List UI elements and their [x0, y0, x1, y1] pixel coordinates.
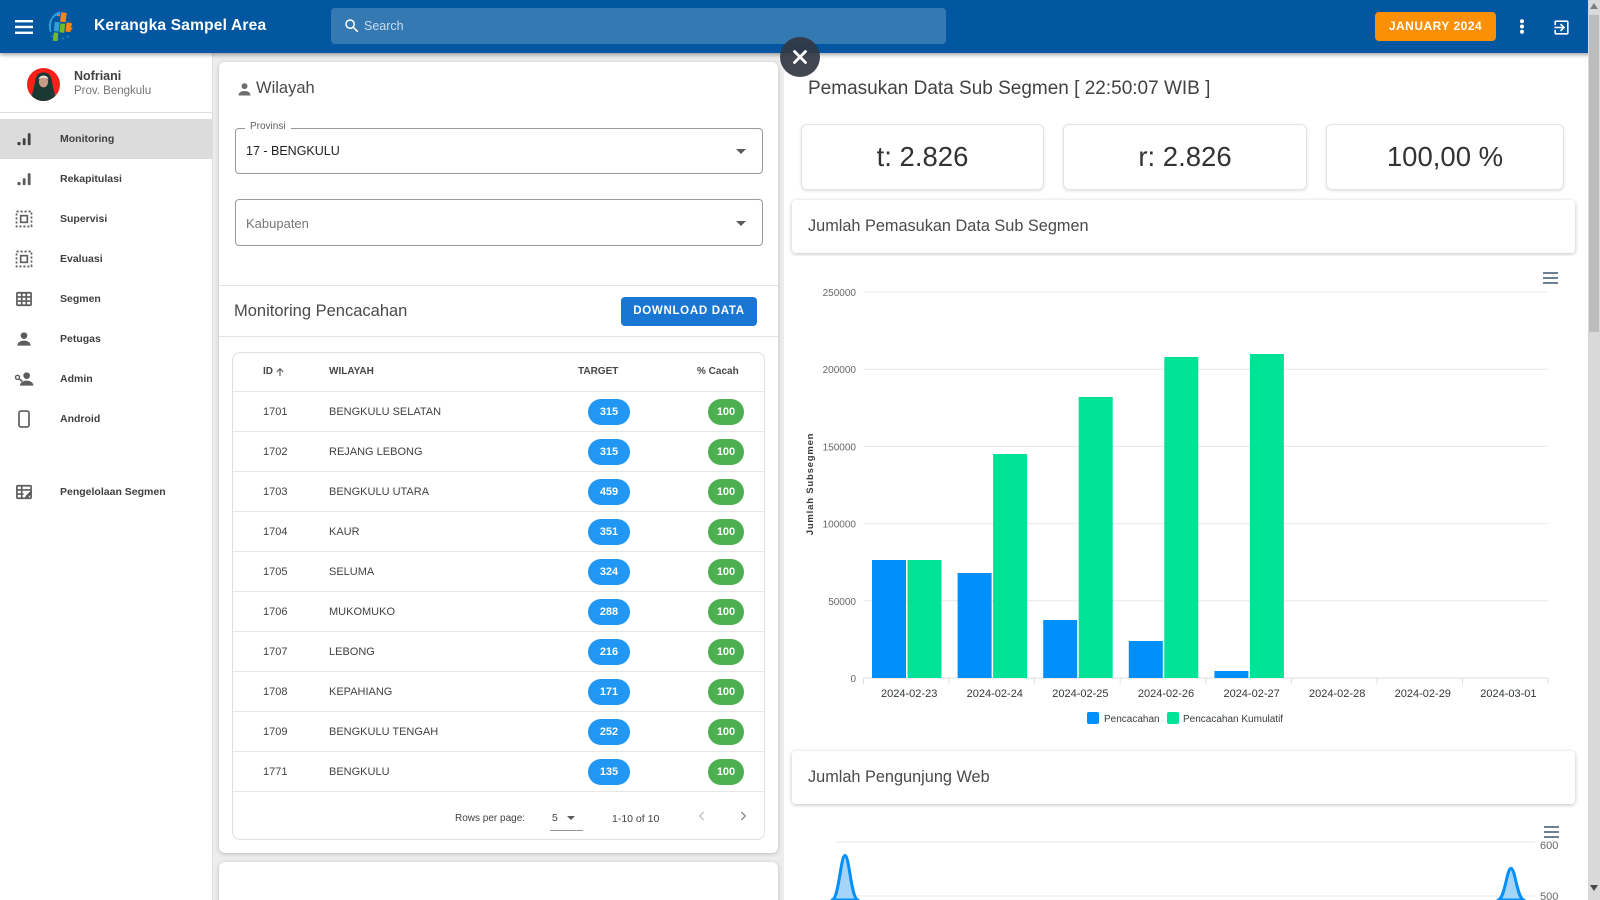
svg-text:2024-02-24: 2024-02-24 [967, 688, 1023, 700]
svg-text:2024-02-26: 2024-02-26 [1138, 688, 1194, 700]
svg-text:2024-02-23: 2024-02-23 [881, 688, 937, 700]
svg-text:0: 0 [850, 674, 856, 685]
svg-text:2024-02-25: 2024-02-25 [1052, 688, 1108, 700]
svg-text:500: 500 [1540, 891, 1558, 900]
svg-text:200000: 200000 [823, 365, 857, 376]
svg-text:150000: 150000 [823, 442, 857, 453]
svg-text:Pencacahan: Pencacahan [1104, 714, 1160, 725]
svg-text:50000: 50000 [828, 597, 856, 608]
svg-text:2024-03-01: 2024-03-01 [1480, 688, 1536, 700]
svg-text:2024-02-28: 2024-02-28 [1309, 688, 1365, 700]
svg-text:2024-02-27: 2024-02-27 [1223, 688, 1279, 700]
svg-text:100000: 100000 [823, 520, 857, 531]
svg-text:600: 600 [1540, 840, 1558, 852]
svg-text:250000: 250000 [823, 288, 857, 299]
svg-text:Jumlah Subsegmen: Jumlah Subsegmen [805, 433, 816, 536]
svg-text:Pencacahan Kumulatif: Pencacahan Kumulatif [1183, 714, 1283, 725]
svg-text:2024-02-29: 2024-02-29 [1395, 688, 1451, 700]
